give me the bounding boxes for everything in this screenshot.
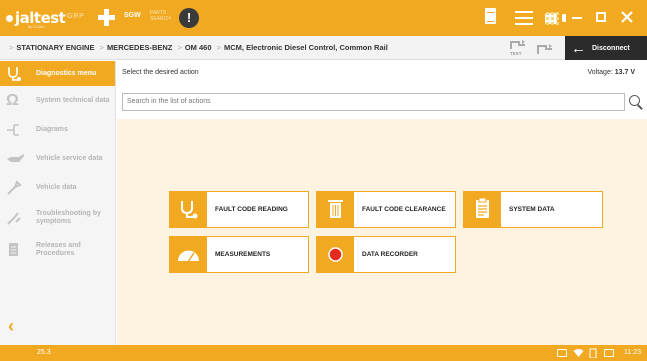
fault-code-reading-button[interactable]: FAULT CODE READING [169, 191, 309, 228]
system-data-button[interactable]: SYSTEM DATA [463, 191, 603, 228]
battery-icon [589, 348, 597, 360]
version-label: 25.3 [37, 349, 51, 356]
search-icon[interactable] [629, 95, 643, 109]
voltage-readout: Voltage: 13.7 V [587, 69, 635, 76]
measurements-button[interactable]: MEASUREMENTS [169, 236, 309, 273]
sidebar-item-label: Releases and Procedures [36, 242, 81, 257]
list-icon[interactable] [515, 8, 533, 28]
grp-button[interactable]: GRP [67, 13, 85, 20]
sidebar-item-label: Troubleshooting by symptoms [36, 210, 101, 225]
disconnect-button[interactable]: ← Disconnect [565, 36, 647, 60]
action-header: Select the desired action Voltage: 13.7 … [117, 61, 647, 86]
status-bar: 25.3 11:23 [0, 345, 647, 361]
breadcrumb-item[interactable]: MERCEDES-BENZ [107, 43, 172, 52]
jaltest-logo[interactable]: jaltest by COJALI [6, 8, 66, 29]
test-label: TEST [510, 51, 522, 56]
back-arrow-icon: ← [571, 39, 586, 57]
clipboard-icon [464, 192, 501, 227]
sidebar-item-vehicle-data[interactable]: Vehicle data [0, 173, 115, 202]
logo-dot-icon [6, 14, 13, 22]
sidebar-item-diagnostics-menu[interactable]: Diagnostics menu [0, 61, 115, 86]
chevron-left-icon[interactable]: ‹ [8, 316, 14, 337]
sidebar: Diagnostics menu Ω System technical data… [0, 61, 116, 345]
action-hint: Select the desired action [122, 69, 199, 76]
gauge-icon [170, 237, 207, 272]
minimize-icon[interactable] [572, 17, 582, 19]
oil-can-icon [6, 151, 26, 167]
document-icon[interactable] [484, 8, 498, 28]
close-icon[interactable] [621, 11, 633, 23]
stethoscope-icon [6, 66, 26, 82]
procedures-icon [6, 242, 26, 258]
fault-code-clearance-button[interactable]: FAULT CODE CLEARANCE [316, 191, 456, 228]
sidebar-item-releases-procedures[interactable]: Releases and Procedures [0, 234, 115, 266]
diagram-icon [6, 122, 26, 138]
sidebar-item-label: Vehicle data [36, 183, 77, 191]
window-controls [566, 0, 647, 36]
sidebar-item-vehicle-service-data[interactable]: Vehicle service data [0, 144, 115, 173]
sidebar-item-system-technical-data[interactable]: Ω System technical data [0, 86, 115, 115]
voltage-value: 13.7 V [614, 69, 635, 76]
maximize-icon[interactable] [596, 12, 606, 22]
tile-label: DATA RECORDER [362, 251, 418, 258]
omega-icon: Ω [6, 91, 19, 109]
breadcrumb-item[interactable]: OM 460 [185, 43, 212, 52]
record-icon [317, 237, 354, 272]
tile-label: MEASUREMENTS [215, 251, 271, 258]
troubleshooting-icon [6, 210, 26, 226]
data-recorder-button[interactable]: DATA RECORDER [316, 236, 456, 273]
sidebar-item-label: Vehicle service data [36, 154, 103, 162]
parts-search-button[interactable]: PARTS SEARCH [150, 10, 172, 22]
tile-label: SYSTEM DATA [509, 206, 555, 213]
tile-label: FAULT CODE READING [215, 206, 288, 213]
breadcrumb-item[interactable]: MCM, Electronic Diesel Control, Common R… [224, 43, 388, 52]
breadcrumb-bar: > STATIONARY ENGINE > MERCEDES-BENZ > OM 46… [0, 36, 647, 60]
sidebar-item-label: System technical data [36, 96, 110, 104]
search-placeholder: Search in the list of actions [127, 98, 211, 105]
sidebar-item-label: Diagrams [36, 125, 68, 133]
connection-icon[interactable] [536, 41, 554, 55]
add-icon[interactable] [96, 7, 116, 27]
clock: 11:23 [624, 349, 641, 356]
wifi-icon[interactable] [573, 348, 584, 360]
stethoscope-icon [170, 192, 207, 227]
voltage-label: Voltage: [587, 69, 613, 76]
alert-icon[interactable]: ! [179, 8, 199, 28]
sidebar-item-label: Diagnostics menu [36, 69, 97, 77]
calendar-icon[interactable] [604, 349, 614, 357]
disconnect-label: Disconnect [592, 44, 630, 52]
main-panel: Select the desired action Voltage: 13.7 … [117, 61, 647, 345]
trash-icon [317, 192, 354, 227]
breadcrumb: > STATIONARY ENGINE > MERCEDES-BENZ > OM 46… [9, 43, 388, 52]
sgw-button[interactable]: SGW [124, 12, 141, 19]
sidebar-item-diagrams[interactable]: Diagrams [0, 115, 115, 144]
wrench-icon [6, 179, 26, 196]
sidebar-item-troubleshooting[interactable]: Troubleshooting by symptoms [0, 202, 115, 234]
tile-label: FAULT CODE CLEARANCE [362, 206, 446, 213]
logo-subtext: by COJALI [28, 25, 45, 29]
breadcrumb-item[interactable]: STATIONARY ENGINE [16, 43, 94, 52]
test-icon[interactable]: TEST [509, 39, 527, 57]
keyboard-icon[interactable] [557, 349, 567, 357]
search-input[interactable]: Search in the list of actions [122, 93, 625, 111]
apps-grid-icon-2[interactable] [542, 8, 562, 28]
action-tiles-area: FAULT CODE READING FAULT CODE CLEARANCE … [117, 119, 647, 345]
